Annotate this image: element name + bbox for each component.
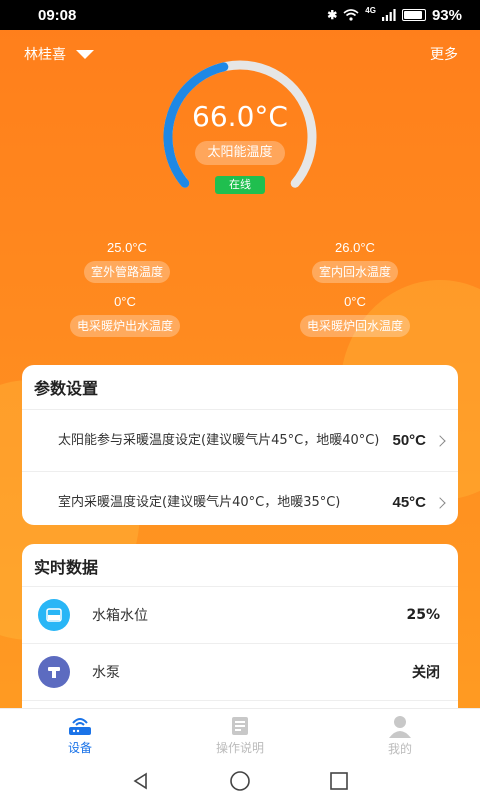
bottom-tab-bar: 设备 操作说明 我的 xyxy=(0,708,480,762)
battery-percent: 93% xyxy=(431,6,462,24)
metric-label: 电采暖炉回水温度 xyxy=(299,315,410,337)
data-value: 25% xyxy=(406,607,440,623)
param-text: 太阳能参与采暖温度设定(建议暖气片45°C，地暖40°C) xyxy=(58,432,380,448)
param-row-indoor-heating[interactable]: 室内采暖温度设定(建议暖气片40°C，地暖35°C) 45°C xyxy=(22,471,458,525)
metric-label: 电采暖炉出水温度 xyxy=(69,315,180,337)
chevron-down-icon xyxy=(76,49,94,59)
more-button[interactable]: 更多 xyxy=(430,44,458,64)
metric-boiler-return: 0°C 电采暖炉回水温度 xyxy=(285,294,425,337)
metric-value: 0°C xyxy=(114,294,136,309)
data-name: 水泵 xyxy=(92,665,120,681)
metric-value: 0°C xyxy=(344,294,366,309)
solar-temperature-value: 66.0°C xyxy=(192,100,288,133)
data-name: 水箱水位 xyxy=(92,608,148,624)
card-title: 实时数据 xyxy=(34,558,99,577)
pump-icon xyxy=(38,656,70,688)
data-row-water-level[interactable]: 水箱水位 25% xyxy=(22,586,458,643)
solar-temperature-label: 太阳能温度 xyxy=(195,141,285,165)
param-value: 45°C xyxy=(392,494,426,511)
metric-label: 室外管路温度 xyxy=(83,261,170,283)
battery-icon xyxy=(401,9,426,21)
user-name: 林桂喜 xyxy=(24,47,66,63)
data-row-pump[interactable]: 水泵 关闭 xyxy=(22,643,458,700)
chevron-right-icon xyxy=(434,496,446,509)
metric-value: 26.0°C xyxy=(335,240,375,255)
tab-label: 操作说明 xyxy=(215,741,264,755)
metric-label: 室内回水温度 xyxy=(311,261,398,283)
tab-label: 设备 xyxy=(67,741,92,755)
network-label: 4G xyxy=(365,5,376,15)
param-settings-card: 参数设置 太阳能参与采暖温度设定(建议暖气片45°C，地暖40°C) 50°C … xyxy=(22,365,458,525)
param-text: 室内采暖温度设定(建议暖气片40°C，地暖35°C) xyxy=(58,494,341,510)
signal-icon xyxy=(381,9,396,21)
metric-boiler-outlet: 0°C 电采暖炉出水温度 xyxy=(55,294,195,337)
tab-manual[interactable]: 操作说明 xyxy=(160,709,320,762)
wifi-icon xyxy=(343,9,359,21)
water-tank-icon xyxy=(38,599,70,631)
card-title: 参数设置 xyxy=(34,379,99,398)
param-row-solar-heating[interactable]: 太阳能参与采暖温度设定(建议暖气片45°C，地暖40°C) 50°C xyxy=(22,409,458,471)
chevron-right-icon xyxy=(434,434,446,447)
param-value: 50°C xyxy=(392,432,426,449)
tab-device[interactable]: 设备 xyxy=(0,709,160,762)
router-icon xyxy=(69,718,91,735)
user-icon xyxy=(389,716,411,738)
data-value: 关闭 xyxy=(412,665,440,681)
recents-icon[interactable] xyxy=(329,771,349,791)
metric-value: 25.0°C xyxy=(107,240,147,255)
tab-profile[interactable]: 我的 xyxy=(320,709,480,762)
bluetooth-icon: ✱ xyxy=(327,8,338,22)
tab-label: 我的 xyxy=(387,742,412,756)
status-time: 09:08 xyxy=(38,6,77,24)
manual-icon xyxy=(232,717,248,735)
metric-indoor-return: 26.0°C 室内回水温度 xyxy=(300,240,410,283)
back-icon[interactable] xyxy=(131,771,151,791)
online-badge: 在线 xyxy=(215,176,265,194)
metric-outdoor-pipe: 25.0°C 室外管路温度 xyxy=(72,240,182,283)
status-bar: 09:08 ✱ 4G 93% xyxy=(0,0,480,30)
system-nav-bar xyxy=(0,762,480,800)
home-icon[interactable] xyxy=(229,770,251,792)
realtime-data-card: 实时数据 水箱水位 25% 水泵 关闭 xyxy=(22,544,458,734)
user-switcher[interactable]: 林桂喜 xyxy=(24,44,94,64)
